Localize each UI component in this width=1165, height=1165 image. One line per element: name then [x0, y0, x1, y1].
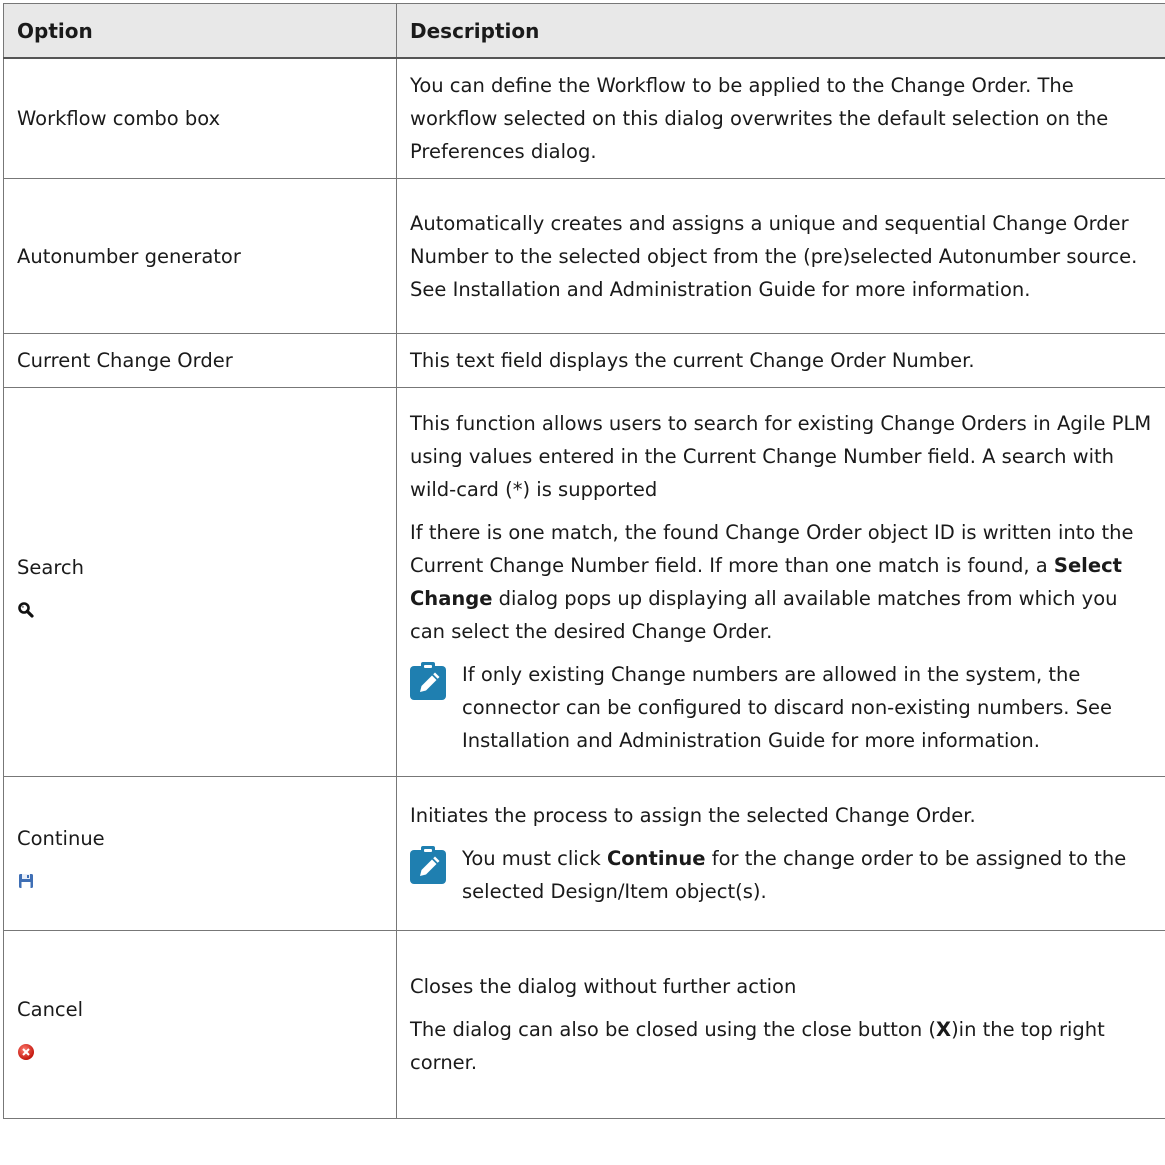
magnifier-icon [17, 596, 35, 618]
description-text: The dialog can also be closed using the … [410, 1018, 1105, 1074]
note-text: If only existing Change numbers are allo… [462, 663, 1113, 752]
description-cell: This function allows users to search for… [396, 387, 1165, 777]
option-cell: Cancel [3, 930, 397, 1119]
description-cell: Automatically creates and assigns a uniq… [396, 178, 1165, 334]
pencil-note-icon [410, 846, 446, 884]
option-label: Search [17, 555, 84, 579]
table-row: Current Change Order This text field dis… [3, 333, 1165, 388]
description-text: This function allows users to search for… [410, 412, 1152, 501]
option-label: Cancel [17, 998, 84, 1021]
description-text: This text field displays the current Cha… [410, 349, 975, 372]
floppy-disk-icon [17, 867, 35, 888]
table-row: Search This function allows users to sea… [3, 387, 1165, 777]
pencil-note-icon [410, 662, 446, 700]
note-block: You must click Continue for the change o… [410, 842, 1155, 908]
option-label: Continue [17, 827, 105, 850]
description-text: If there is one match, the found Change … [410, 521, 1134, 643]
description-cell: Closes the dialog without further action… [396, 930, 1165, 1119]
option-label: Workflow combo box [17, 107, 221, 130]
option-label: Current Change Order [17, 349, 233, 372]
description-cell: Initiates the process to assign the sele… [396, 776, 1165, 931]
description-text: You can define the Workflow to be applie… [410, 74, 1109, 163]
close-x-term: X [936, 1018, 952, 1041]
note-text: You must click Continue for the change o… [462, 847, 1127, 903]
table-row: Continue Initiates the process to assign… [3, 776, 1165, 931]
red-x-circle-icon [17, 1038, 35, 1060]
description-text: Automatically creates and assigns a uniq… [410, 211, 1138, 301]
continue-term: Continue [606, 847, 706, 870]
description-cell: This text field displays the current Cha… [396, 333, 1165, 388]
option-cell: Workflow combo box [3, 57, 397, 179]
table-row: Cancel Closes the dialog without further… [3, 930, 1165, 1119]
option-cell: Autonumber generator [3, 178, 397, 334]
option-cell: Current Change Order [3, 333, 397, 388]
header-option: Option [3, 3, 397, 59]
description-cell: You can define the Workflow to be applie… [396, 57, 1165, 179]
option-cell: Search [3, 387, 397, 777]
table-row: Autonumber generator Automatically creat… [3, 178, 1165, 334]
note-block: If only existing Change numbers are allo… [410, 658, 1155, 757]
header-description: Description [396, 3, 1165, 59]
options-table: Option Description Workflow combo box Yo… [3, 3, 1165, 1119]
table-row: Workflow combo box You can define the Wo… [3, 57, 1165, 179]
table-header-row: Option Description [3, 3, 1165, 59]
description-text: Initiates the process to assign the sele… [410, 804, 976, 827]
option-cell: Continue [3, 776, 397, 931]
option-label: Autonumber generator [17, 244, 241, 268]
description-text: Closes the dialog without further action [410, 975, 797, 998]
